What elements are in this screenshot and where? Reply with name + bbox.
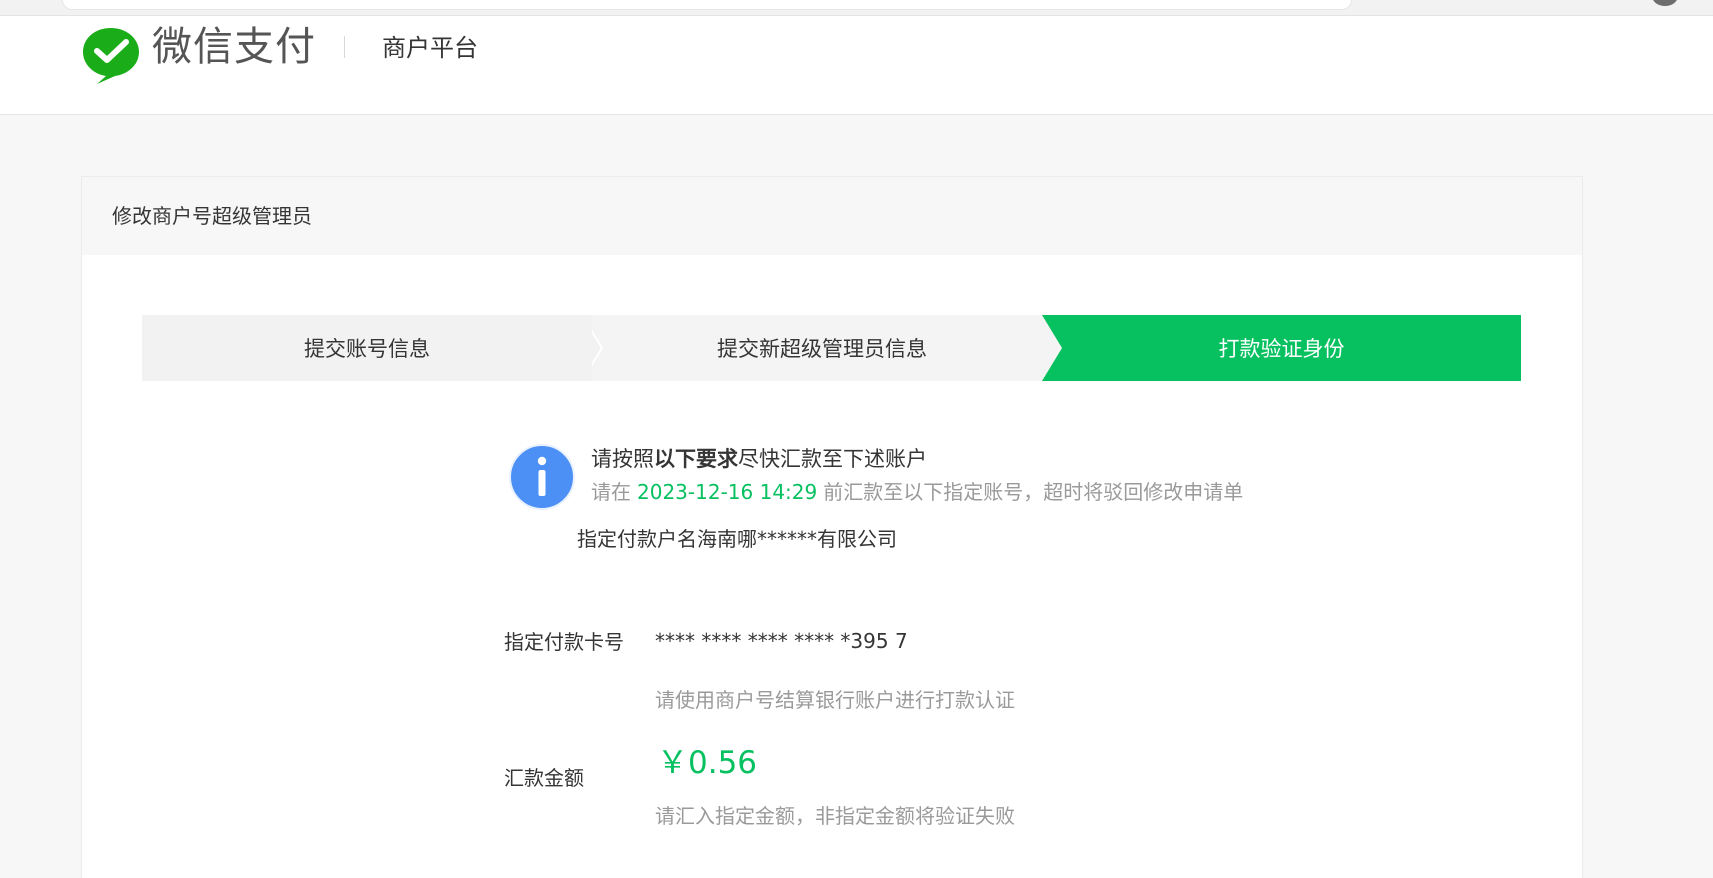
info-icon (509, 444, 575, 510)
notice-prefix: 请按照 (591, 447, 654, 471)
browser-top-strip (0, 0, 1713, 16)
notice-emphasis: 以下要求 (654, 447, 738, 471)
step-label: 打款验证身份 (1218, 337, 1345, 361)
panel-title: 修改商户号超级管理员 (112, 204, 312, 228)
header-subtitle[interactable]: 商户平台 (382, 32, 478, 64)
notice-deadline-text: 请在 2023-12-16 14:29 前汇款至以下指定账号，超时将驳回修改申请单 (591, 479, 1243, 505)
address-bar[interactable] (62, 0, 1352, 10)
amount-hint: 请汇入指定金额，非指定金额将验证失败 (655, 804, 1015, 828)
amount-label: 汇款金额 (504, 766, 584, 790)
site-header: 微信支付 商户平台 (0, 16, 1713, 115)
payee-name: 指定付款户名海南哪******有限公司 (577, 527, 897, 551)
step-payment-verification: 打款验证身份 (1042, 315, 1521, 381)
deadline-suffix: 前汇款至以下指定账号，超时将驳回修改申请单 (823, 480, 1244, 504)
notice-heading: 请按照以下要求尽快汇款至下述账户 (591, 445, 927, 473)
brand-name[interactable]: 微信支付 (152, 22, 316, 72)
main-panel: 修改商户号超级管理员 提交账号信息 提交新超级管理员信息 打款验证身份 请按照以… (81, 176, 1583, 878)
step-label: 提交账号信息 (304, 337, 430, 361)
step-submit-new-admin-info: 提交新超级管理员信息 (582, 315, 1062, 381)
card-number-hint: 请使用商户号结算银行账户进行打款认证 (655, 688, 1015, 712)
notice-suffix: 尽快汇款至下述账户 (738, 447, 927, 471)
progress-steps: 提交账号信息 提交新超级管理员信息 打款验证身份 (142, 315, 1521, 381)
step-submit-account-info: 提交账号信息 (142, 315, 592, 381)
deadline-datetime: 2023-12-16 14:29 (637, 480, 818, 504)
header-divider (344, 36, 345, 58)
step-label: 提交新超级管理员信息 (717, 337, 927, 361)
wechat-pay-logo-icon[interactable] (81, 24, 141, 84)
profile-avatar[interactable] (1652, 0, 1678, 6)
amount-value: ￥0.56 (657, 745, 758, 781)
card-number-label: 指定付款卡号 (504, 630, 624, 654)
deadline-prefix: 请在 (591, 480, 631, 504)
panel-header: 修改商户号超级管理员 (82, 177, 1582, 255)
card-number-value: **** **** **** **** *395 7 (655, 629, 908, 653)
